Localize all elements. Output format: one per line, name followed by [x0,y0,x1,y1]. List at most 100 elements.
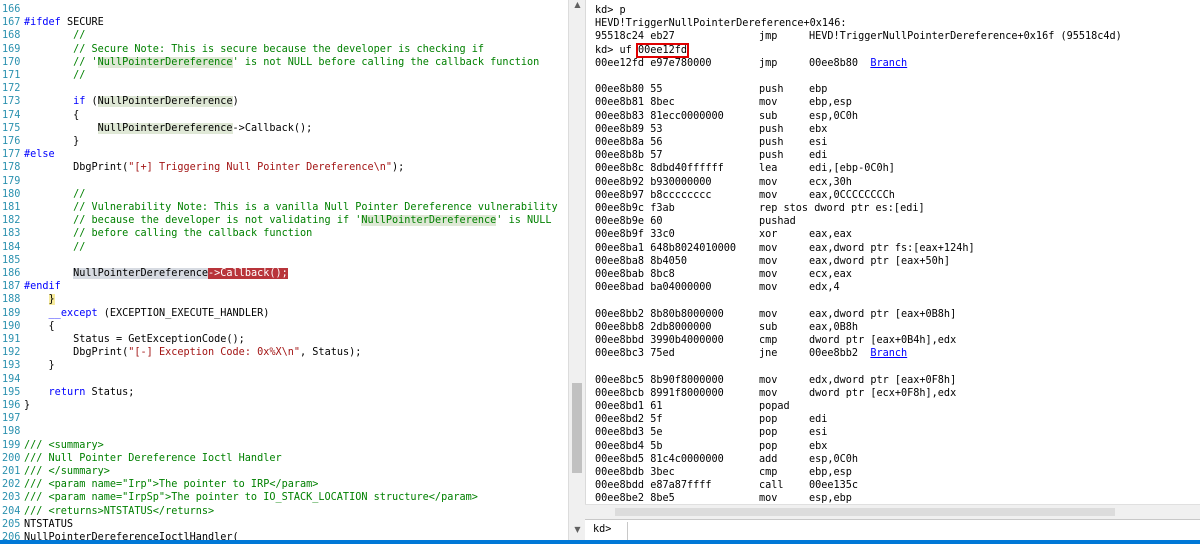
source-line[interactable]: 196} [0,399,30,412]
source-code: DbgPrint("[+] Triggering Null Pointer De… [24,162,405,174]
line-number: 193 [2,360,21,372]
operands: ebx [809,123,828,135]
source-line[interactable]: 199/// <summary> [0,439,104,452]
source-line[interactable]: 177 #else [0,148,55,161]
source-line[interactable]: 185 [0,254,24,267]
line-number: 201 [2,466,21,477]
command-input[interactable] [627,522,1197,540]
mnemonic: mov [759,282,778,294]
source-vertical-scrollbar[interactable]: ▲ ▼ [568,0,586,544]
source-line[interactable]: 193 } [0,359,55,372]
source-line[interactable]: 170 // 'NullPointerDereference' is not N… [0,56,539,69]
line-number: 178 [2,162,21,174]
line-number: 202 [2,479,21,491]
source-line[interactable]: 195 return Status; [0,386,134,399]
source-line[interactable]: 181 // Vulnerability Note: This is a van… [0,201,558,214]
source-code: #ifdef SECURE [24,17,104,29]
source-line[interactable]: 186 NullPointerDereference->Callback(); [0,267,288,280]
source-code: #endif [24,281,61,293]
source-code: NullPointerDereference->Callback(); [73,268,288,279]
source-line[interactable]: 172 [0,82,24,95]
source-line[interactable]: 173 if (NullPointerDereference) [0,95,239,108]
source-line[interactable]: 200/// Null Pointer Dereference Ioctl Ha… [0,452,282,465]
source-code: /// <param name="Irp">The pointer to IRP… [24,479,319,491]
mnemonic: cmp [759,335,778,346]
source-line[interactable]: 187 #endif [0,280,61,293]
mnemonic: mov [759,255,778,267]
branch-link[interactable]: Branch [870,348,907,359]
source-line[interactable]: 204/// <returns>NTSTATUS</returns> [0,505,214,518]
source-line[interactable]: 190 { [0,320,55,333]
address-bytes: 95518c24 eb27 [595,31,675,43]
source-code: // 'NullPointerDereference' is not NULL … [73,56,540,68]
branch-link[interactable]: Branch [870,58,907,69]
source-code: __except (EXCEPTION_EXECUTE_HANDLER) [48,307,270,319]
source-line[interactable]: 174 { [0,109,79,122]
operands: eax,0B8h [809,321,859,333]
output-horizontal-scrollbar[interactable] [585,504,1200,519]
source-line[interactable]: 194 [0,373,24,386]
source-line[interactable]: 182 // because the developer is not vali… [0,214,552,227]
line-number: 172 [2,83,21,95]
source-editor[interactable]: 166 167 #ifdef SECURE 168 //169 // Secure N… [0,0,568,544]
scroll-up-arrow-icon[interactable]: ▲ [569,0,586,9]
line-number: 187 [2,281,21,293]
source-code: } [24,400,31,411]
line-number: 188 [2,294,21,306]
operands: eax,0CCCCCCCCh [809,189,895,201]
source-line[interactable]: 202/// <param name="Irp">The pointer to … [0,478,318,491]
source-line[interactable]: 167 #ifdef SECURE [0,16,104,29]
source-line[interactable]: 198 [0,425,24,438]
source-line[interactable]: 201/// </summary> [0,465,110,478]
source-line[interactable]: 175 NullPointerDereference->Callback(); [0,122,312,135]
source-line[interactable]: 205 NTSTATUS [0,518,73,531]
source-line[interactable]: 176 } [0,135,79,148]
command-prompt: kd> [593,524,612,535]
source-code: /// <summary> [24,439,104,451]
source-line[interactable]: 180 // [0,188,85,201]
source-code: // [73,30,86,42]
source-code: return Status; [48,386,135,398]
mnemonic: push [759,137,784,148]
scroll-down-arrow-icon[interactable]: ▼ [569,525,586,534]
source-line[interactable]: 189 __except (EXCEPTION_EXECUTE_HANDLER) [0,307,269,320]
address-bytes: 00ee8b80 55 [595,84,663,96]
source-line[interactable]: 178 DbgPrint("[+] Triggering Null Pointe… [0,161,404,174]
scrollbar-thumb[interactable] [572,383,582,473]
source-code: { [24,320,55,332]
mnemonic: mov [759,97,778,109]
source-line[interactable]: 203/// <param name="IrpSp">The pointer t… [0,491,478,504]
mnemonic: jmp [759,31,778,43]
operands: edi [809,414,828,426]
source-line[interactable]: 169 // Secure Note: This is secure becau… [0,43,484,56]
address-bytes: 00ee8b8b 57 [595,150,663,162]
source-line[interactable]: 197 [0,412,24,425]
source-line[interactable]: 168 // [0,29,85,42]
scrollbar-thumb[interactable] [615,508,1115,516]
mnemonic: push [759,150,784,162]
source-line[interactable]: 184 // [0,241,85,254]
mnemonic: pop [759,440,778,452]
source-line[interactable]: 192 DbgPrint("[-] Exception Code: 0x%X\n… [0,346,361,359]
source-code: { [24,109,80,121]
mnemonic: lea [759,163,778,175]
source-line[interactable]: 171 // [0,69,85,82]
address-bytes: 00ee8bc3 75ed [595,348,675,360]
source-line[interactable]: 183 // before calling the callback funct… [0,227,312,240]
source-line[interactable]: 188 } [0,293,55,306]
address-bytes: 00ee8bab 8bc8 [595,269,675,280]
line-number: 195 [2,386,21,398]
source-line[interactable]: 179 [0,175,24,188]
mnemonic: mov [759,269,778,280]
operands: esi [809,427,828,439]
address-bytes: 00ee8ba1 648b8024010000 [595,242,737,254]
line-number: 185 [2,254,21,266]
address-bytes: 00ee8bbd 3990b4000000 [595,335,724,346]
mnemonic: mov [759,308,778,320]
address-bytes: 00ee8bdd e87a87ffff [595,480,712,492]
source-code: /// <param name="IrpSp">The pointer to I… [24,492,478,504]
source-code: // Vulnerability Note: This is a vanilla… [73,202,558,213]
source-line[interactable]: 191 Status = GetExceptionCode(); [0,333,245,346]
source-line[interactable]: 166 [0,3,24,16]
line-number: 176 [2,136,21,147]
